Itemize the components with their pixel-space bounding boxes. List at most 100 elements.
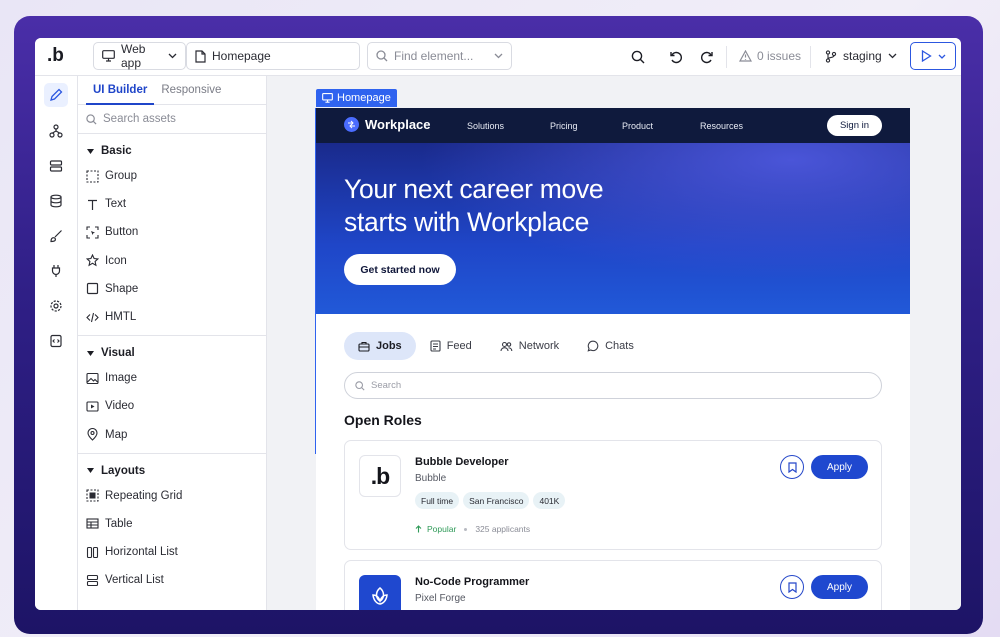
nav-link-pricing[interactable]: Pricing [550, 121, 578, 131]
section-title: Layouts [101, 464, 146, 477]
app-select[interactable]: Web app [93, 42, 186, 70]
bookmark-icon [787, 581, 797, 593]
rail-database-button[interactable] [44, 189, 68, 213]
preview-button[interactable] [910, 42, 956, 70]
settings-icon [50, 300, 62, 312]
search-icon [355, 380, 365, 391]
undo-button[interactable] [667, 48, 685, 66]
rail-settings-button[interactable] [44, 294, 68, 318]
app-logo[interactable]: .b [47, 45, 67, 69]
page-label-tag[interactable]: Homepage [316, 89, 397, 107]
asset-horizontal-list[interactable]: Horizontal List [78, 538, 266, 566]
asset-label: Text [105, 198, 127, 211]
rail-workflow-button[interactable] [44, 119, 68, 143]
image-icon [86, 372, 99, 384]
applicants-count: 325 applicants [475, 524, 531, 534]
job-tags: Full time San Francisco 401K [415, 492, 566, 509]
tab-jobs[interactable]: Jobs [344, 332, 416, 360]
find-element-input[interactable]: Find element... [367, 42, 512, 70]
rail-data-button[interactable] [44, 154, 68, 178]
asset-group[interactable]: Group [78, 162, 266, 190]
design-canvas[interactable]: Homepage Workplace Solutions Pricing Pro… [267, 76, 961, 610]
chevron-down-icon [168, 53, 177, 59]
section-header-visual[interactable]: Visual [78, 342, 266, 364]
redo-button[interactable] [698, 48, 716, 66]
asset-label: Button [105, 226, 139, 239]
feed-icon [430, 340, 441, 352]
asset-label: Shape [105, 282, 139, 295]
asset-repeating-grid[interactable]: Repeating Grid [78, 482, 266, 510]
sign-in-button[interactable]: Sign in [827, 115, 882, 136]
asset-label: Vertical List [105, 574, 164, 587]
redo-icon [701, 51, 713, 64]
section-title: Visual [101, 347, 135, 360]
section-header-basic[interactable]: Basic [78, 140, 266, 162]
users-icon [500, 341, 513, 351]
monitor-icon [322, 93, 333, 103]
page-select-label: Homepage [212, 49, 271, 63]
tab-responsive[interactable]: Responsive [154, 76, 228, 105]
tab-feed[interactable]: Feed [416, 332, 486, 360]
issues-indicator[interactable]: 0 issues [739, 49, 801, 63]
asset-shape[interactable]: Shape [78, 275, 266, 303]
apply-button[interactable]: Apply [811, 455, 868, 479]
site-brand[interactable]: Workplace [344, 117, 431, 132]
pencil-icon [50, 88, 63, 101]
asset-text[interactable]: Text [78, 190, 266, 218]
tab-ui-builder[interactable]: UI Builder [86, 76, 155, 105]
caret-down-icon [87, 148, 94, 154]
asset-button[interactable]: Button [78, 218, 266, 246]
map-pin-icon [87, 428, 98, 441]
asset-html[interactable]: HMTL [78, 303, 266, 331]
rail-design-button[interactable] [44, 83, 68, 107]
toolbar-divider [810, 46, 811, 68]
asset-vertical-list[interactable]: Vertical List [78, 566, 266, 594]
asset-label: Icon [105, 254, 127, 267]
hero-section: Your next career move starts with Workpl… [316, 143, 910, 314]
branch-label: staging [843, 49, 882, 63]
search-assets-input[interactable]: Search assets [78, 105, 266, 134]
search-icon [376, 50, 388, 62]
section-header-layouts[interactable]: Layouts [78, 460, 266, 482]
tab-label: Chats [605, 340, 634, 352]
tab-label: Network [518, 340, 560, 352]
asset-image[interactable]: Image [78, 364, 266, 392]
jobs-search-input[interactable]: Search [344, 372, 882, 399]
page-select[interactable]: Homepage [186, 42, 360, 70]
job-card[interactable]: No-Code Programmer Pixel Forge Apply [344, 560, 882, 610]
rail-plugins-button[interactable] [44, 259, 68, 283]
tab-network[interactable]: Network [486, 332, 573, 360]
rail-styles-button[interactable] [44, 224, 68, 248]
panel-tabs: UI Builder Responsive [78, 76, 266, 105]
job-tag: Full time [415, 492, 460, 509]
columns-icon [86, 546, 99, 558]
get-started-button[interactable]: Get started now [344, 254, 456, 285]
nav-link-resources[interactable]: Resources [700, 121, 743, 131]
section-layouts: Layouts Repeating Grid Table Horizontal … [78, 454, 266, 599]
dot-separator [464, 527, 468, 531]
company-logo: .b [359, 455, 401, 497]
nav-link-solutions[interactable]: Solutions [467, 121, 504, 131]
asset-label: HMTL [105, 311, 137, 324]
briefcase-icon [358, 341, 370, 352]
tab-chats[interactable]: Chats [573, 332, 648, 360]
asset-icon[interactable]: Icon [78, 247, 266, 275]
job-card[interactable]: .b Bubble Developer Bubble Full time San… [344, 440, 882, 550]
asset-table[interactable]: Table [78, 510, 266, 538]
branch-select[interactable]: staging [825, 49, 897, 63]
rail-code-button[interactable] [44, 329, 68, 353]
repeat-grid-icon [86, 489, 99, 502]
asset-label: Horizontal List [105, 546, 178, 559]
asset-map[interactable]: Map [78, 421, 266, 449]
asset-video[interactable]: Video [78, 392, 266, 420]
apply-button[interactable]: Apply [811, 575, 868, 599]
code-icon [86, 312, 99, 322]
search-button[interactable] [629, 48, 647, 66]
jobs-search-placeholder: Search [371, 380, 402, 391]
nav-link-product[interactable]: Product [622, 121, 653, 131]
bookmark-button[interactable] [780, 455, 804, 479]
company-logo [359, 575, 401, 610]
section-basic: Basic Group Text Button Icon Shape HMTL [78, 134, 266, 337]
bookmark-button[interactable] [780, 575, 804, 599]
page-preview[interactable]: Workplace Solutions Pricing Product Reso… [316, 108, 910, 610]
